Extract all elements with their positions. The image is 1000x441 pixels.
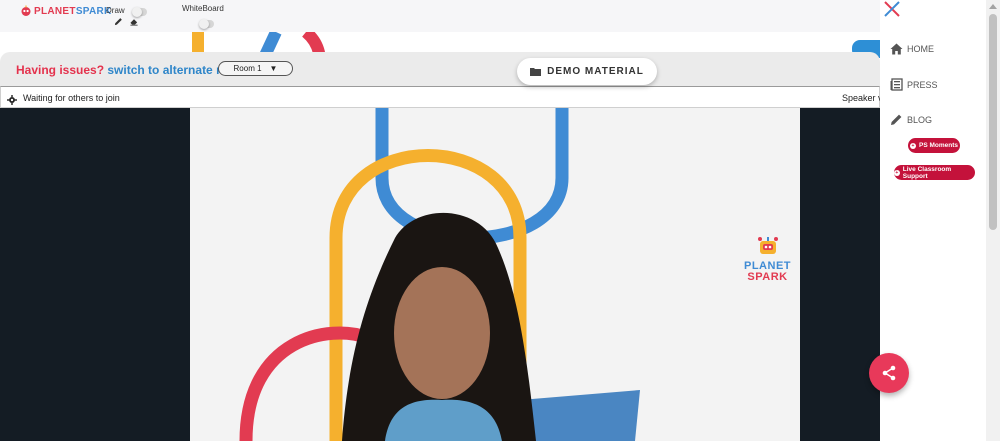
app-root: PLANETSPARK Draw WhiteBoard Having issue… [0,0,1000,441]
live-classroom-support-label: Live Classroom Support [902,165,952,180]
sidebar-item-press[interactable]: PRESS [890,78,938,91]
page-scrollbar[interactable] [986,0,1000,441]
draw-label: Draw [106,6,125,15]
sidebar-item-label: PRESS [907,79,938,90]
demo-material-label: DEMO MATERIAL [547,66,644,77]
robot-mascot-icon [757,237,778,254]
live-classroom-support-button[interactable]: + Live Classroom Support [894,165,975,180]
classroom-panel: Having issues? switch to alternate room … [0,32,880,441]
planetspark-logo[interactable]: PLANETSPARK [20,5,112,17]
room-select[interactable]: Room 1 ▼ [218,61,293,76]
sidebar-item-label: HOME [907,44,934,54]
logo-text: PLANETSPARK [34,6,112,17]
waiting-status: Waiting for others to join [23,93,120,103]
draw-toggle[interactable] [132,7,147,17]
planetspark-watermark: PLANET SPARK [744,236,791,283]
whiteboard-label: WhiteBoard [182,4,224,13]
newspaper-icon [890,78,903,91]
whiteboard-tool-group: WhiteBoard [182,4,224,13]
issues-message: Having issues? switch to alternate room [16,63,246,77]
issues-bar: Having issues? switch to alternate room … [0,52,880,86]
pencil-icon[interactable] [114,17,123,26]
issues-prefix: Having issues? [16,63,105,77]
top-bar: PLANETSPARK Draw WhiteBoard [0,0,986,32]
watermark-spark: SPARK [747,271,788,283]
whiteboard-toggle[interactable] [199,19,214,29]
video-area: PLANET SPARK [0,108,880,441]
draw-tool-group: Draw [106,6,125,15]
logo-text-planet: PLANET [34,5,76,17]
status-bar: Waiting for others to join Speaker vi [0,86,880,108]
scroll-up-arrow-icon[interactable] [989,4,997,9]
ps-moments-button[interactable]: + PS Moments [908,138,960,153]
plus-icon: + [894,169,900,176]
planetspark-mascot-icon [21,5,31,16]
video-background-art [239,108,640,441]
watermark-text: PLANET SPARK [744,261,791,283]
sidebar-item-label: BLOG [907,114,933,125]
view-mode-toggle[interactable]: Speaker vi [842,93,880,103]
draw-tools [114,17,139,26]
share-button[interactable] [869,353,909,393]
background-art [0,32,880,54]
pencil-icon [891,114,902,125]
demo-material-button[interactable]: DEMO MATERIAL [517,58,657,85]
teacher-video [190,108,800,441]
share-icon [882,365,896,381]
scroll-thumb[interactable] [989,14,997,230]
eraser-icon[interactable] [129,17,139,26]
dropdown-arrow-icon: ▼ [269,64,278,73]
sidebar-item-blog[interactable]: BLOG [890,113,932,126]
decorative-rings [192,32,326,54]
sidebar-item-home[interactable]: HOME [890,43,934,55]
room-select-value: Room 1 [233,64,262,73]
home-icon [890,43,903,55]
folder-icon [530,68,542,76]
ps-moments-label: PS Moments [918,142,958,149]
plus-icon: + [909,142,916,149]
close-icon[interactable] [884,1,900,17]
